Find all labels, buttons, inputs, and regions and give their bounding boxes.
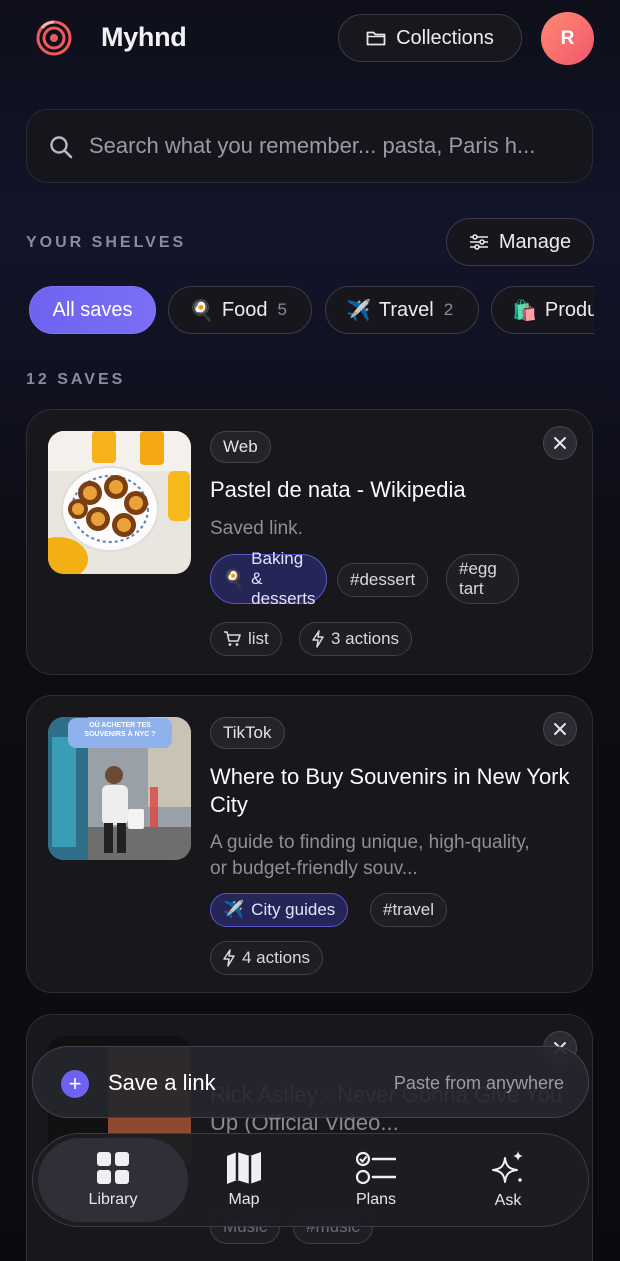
lightning-icon [312, 630, 324, 648]
checklist-icon [356, 1151, 396, 1185]
search-bar[interactable] [26, 109, 593, 183]
shelf-chips: All saves 🍳 Food 5 ✈️ Travel 2 🛍️ Produ [0, 286, 594, 334]
search-icon [50, 136, 73, 159]
folder-icon [366, 31, 386, 46]
tab-label: Ask [494, 1192, 522, 1209]
tab-label: Map [228, 1191, 260, 1208]
logo-icon [36, 20, 72, 56]
search-input[interactable] [89, 110, 579, 182]
manage-button[interactable]: Manage [446, 218, 594, 266]
paste-hint: Paste from anywhere [393, 1073, 564, 1093]
shelf-label: Baking & desserts [251, 549, 316, 608]
shelves-heading: YOUR SHELVES [26, 234, 187, 251]
brand-name: Myhnd [101, 22, 187, 52]
chip-emoji: ✈️ [346, 299, 371, 322]
collections-button[interactable]: Collections [338, 14, 522, 62]
shelf-label: City guides [251, 900, 336, 919]
collections-label: Collections [396, 26, 494, 49]
tab-ask[interactable]: Ask [457, 1138, 559, 1222]
chip-products[interactable]: 🛍️ Produ [491, 286, 594, 334]
card-description: Saved link. [210, 518, 303, 539]
bottom-tab-bar: Library Map Plans Ask [32, 1133, 589, 1227]
tab-map[interactable]: Map [193, 1138, 295, 1222]
card-title: Pastel de nata - Wikipedia [210, 477, 466, 502]
grid-icon [97, 1152, 129, 1184]
chip-emoji: 🛍️ [512, 299, 537, 322]
card-description: A guide to finding unique, high-quality,… [210, 832, 530, 879]
manage-label: Manage [498, 230, 572, 253]
source-tag: TikTok [210, 717, 285, 749]
action-label: list [248, 629, 269, 648]
tag-pill[interactable]: #egg tart [446, 554, 519, 604]
close-icon [554, 723, 566, 735]
avatar[interactable]: R [541, 12, 594, 65]
tab-library[interactable]: Library [38, 1138, 188, 1222]
chip-count: 5 [277, 300, 287, 319]
tag-pill[interactable]: #travel [370, 893, 448, 927]
save-card[interactable]: OÙ ACHETER TES SOUVENIRS À NYC ? TikTok … [26, 695, 593, 993]
shelf-emoji: ✈️ [223, 900, 245, 919]
chip-label: Food [221, 298, 268, 321]
tag-pill[interactable]: #dessert [337, 563, 429, 597]
chip-all-saves[interactable]: All saves [29, 286, 156, 334]
source-tag: Web [210, 431, 271, 463]
save-link-label: Save a link [108, 1070, 216, 1095]
cart-icon [224, 631, 241, 646]
shelf-pill[interactable]: ✈️ City guides [210, 893, 349, 927]
card-title: Where to Buy Souvenirs in New York City [210, 764, 570, 817]
actions-pill[interactable]: 4 actions [210, 941, 324, 975]
save-link-bar[interactable]: + Save a link Paste from anywhere [32, 1046, 589, 1118]
chip-label: All saves [52, 298, 133, 321]
save-card[interactable]: Web Pastel de nata - Wikipedia Saved lin… [26, 409, 593, 675]
chip-count: 2 [443, 300, 454, 319]
close-button[interactable] [543, 426, 577, 460]
card-thumbnail: OÙ ACHETER TES SOUVENIRS À NYC ? [48, 717, 191, 860]
lightning-icon [223, 949, 235, 967]
app-header: Myhnd Collections R [0, 0, 620, 80]
chip-label: Produ [544, 298, 594, 321]
actions-pill[interactable]: 3 actions [299, 622, 413, 656]
chip-travel[interactable]: ✈️ Travel 2 [325, 286, 479, 334]
action-label: 3 actions [331, 629, 400, 648]
tab-label: Plans [355, 1191, 397, 1208]
sparkles-icon [492, 1151, 523, 1183]
tab-label: Library [88, 1191, 138, 1208]
action-label: 4 actions [242, 948, 311, 967]
plus-icon: + [61, 1070, 89, 1098]
saves-count: 12 SAVES [26, 371, 126, 388]
chip-food[interactable]: 🍳 Food 5 [168, 286, 312, 334]
close-icon [554, 437, 566, 449]
tab-plans[interactable]: Plans [325, 1138, 427, 1222]
thumb-caption: OÙ ACHETER TES SOUVENIRS À NYC ? [84, 722, 156, 738]
map-icon [227, 1152, 261, 1184]
chip-label: Travel [378, 298, 434, 321]
shelf-emoji: 🍳 [223, 569, 245, 588]
chip-emoji: 🍳 [189, 299, 214, 322]
close-button[interactable] [543, 712, 577, 746]
card-thumbnail [48, 431, 191, 574]
list-action-pill[interactable]: list [210, 622, 282, 656]
sliders-icon [469, 234, 488, 250]
shelf-pill[interactable]: 🍳 Baking & desserts [210, 549, 327, 608]
